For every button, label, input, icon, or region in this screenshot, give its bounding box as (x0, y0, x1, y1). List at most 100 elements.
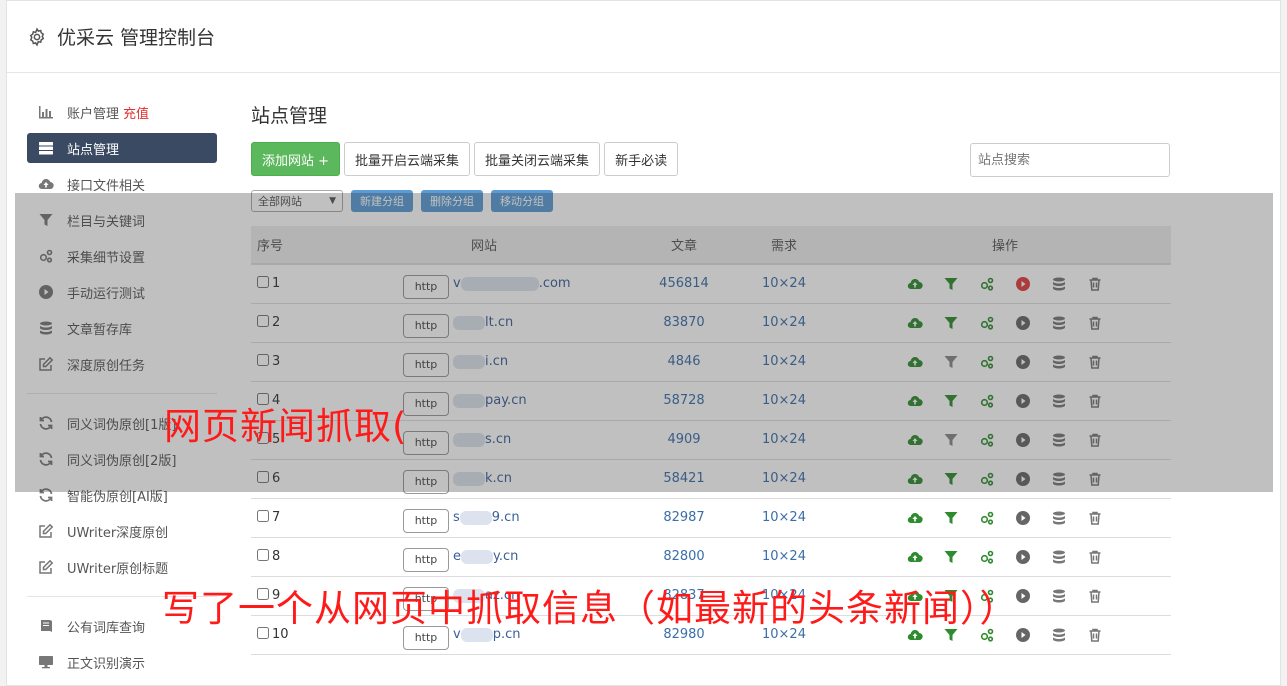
database-icon[interactable] (1051, 354, 1067, 370)
trash-icon[interactable] (1087, 393, 1103, 409)
batch-enable-button[interactable]: 批量开启云端采集 (344, 142, 471, 176)
row-checkbox[interactable] (257, 354, 269, 366)
sidebar-item[interactable]: 采集细节设置 (27, 241, 217, 271)
article-count[interactable]: 58728 (639, 381, 729, 420)
cloud-upload-icon[interactable] (907, 276, 923, 292)
database-icon[interactable] (1051, 510, 1067, 526)
demand-value[interactable]: 10×24 (729, 537, 839, 576)
sidebar-item[interactable]: 智能伪原创[AI版] (27, 480, 217, 510)
cloud-upload-icon[interactable] (907, 471, 923, 487)
filter-icon[interactable] (943, 471, 959, 487)
site-domain-link[interactable]: az.cn (453, 588, 519, 603)
group-select[interactable]: 全部网站 ▼ (251, 190, 343, 212)
sidebar-item[interactable]: 同义词伪原创[1版] (27, 408, 217, 438)
row-checkbox[interactable] (257, 471, 269, 483)
filter-icon[interactable] (943, 549, 959, 565)
article-count[interactable]: 83870 (639, 303, 729, 342)
demand-value[interactable]: 10×24 (729, 420, 839, 459)
database-icon[interactable] (1051, 549, 1067, 565)
database-icon[interactable] (1051, 588, 1067, 604)
database-icon[interactable] (1051, 276, 1067, 292)
sidebar-item[interactable]: 深度原创任务 (27, 349, 217, 379)
cloud-upload-icon[interactable] (907, 315, 923, 331)
database-icon[interactable] (1051, 627, 1067, 643)
delete-group-button[interactable]: 删除分组 (421, 190, 483, 212)
article-count[interactable]: 4909 (639, 420, 729, 459)
trash-icon[interactable] (1087, 354, 1103, 370)
batch-disable-button[interactable]: 批量关闭云端采集 (474, 142, 601, 176)
site-domain-link[interactable]: e y.cn (453, 549, 518, 564)
article-count[interactable]: 82837 (639, 576, 729, 615)
play-circle-icon[interactable] (1015, 627, 1031, 643)
row-checkbox[interactable] (257, 432, 269, 444)
trash-icon[interactable] (1087, 588, 1103, 604)
demand-value[interactable]: 10×24 (729, 264, 839, 303)
cogs-icon[interactable] (979, 627, 995, 643)
demand-value[interactable]: 10×24 (729, 615, 839, 654)
recharge-link[interactable]: 充值 (123, 103, 149, 122)
cloud-upload-icon[interactable] (907, 588, 923, 604)
sidebar-item[interactable]: 同义词伪原创[2版] (27, 444, 217, 474)
row-checkbox[interactable] (257, 627, 269, 639)
filter-icon[interactable] (943, 432, 959, 448)
trash-icon[interactable] (1087, 627, 1103, 643)
new-group-button[interactable]: 新建分组 (351, 190, 413, 212)
database-icon[interactable] (1051, 432, 1067, 448)
demand-value[interactable]: 10×24 (729, 342, 839, 381)
article-count[interactable]: 456814 (639, 264, 729, 303)
trash-icon[interactable] (1087, 432, 1103, 448)
filter-icon[interactable] (943, 354, 959, 370)
cogs-icon[interactable] (979, 588, 995, 604)
sidebar-item[interactable]: 手动运行测试 (27, 277, 217, 307)
sidebar-item[interactable]: 栏目与关键词 (27, 205, 217, 235)
site-domain-link[interactable]: pay.cn (453, 393, 527, 408)
article-count[interactable]: 82980 (639, 615, 729, 654)
site-domain-link[interactable]: k.cn (453, 471, 512, 486)
cogs-icon[interactable] (979, 354, 995, 370)
play-circle-icon[interactable] (1015, 510, 1031, 526)
filter-icon[interactable] (943, 510, 959, 526)
row-checkbox[interactable] (257, 315, 269, 327)
demand-value[interactable]: 10×24 (729, 381, 839, 420)
sidebar-item[interactable]: UWriter深度原创 (27, 516, 217, 546)
play-circle-icon[interactable] (1015, 471, 1031, 487)
play-circle-icon[interactable] (1015, 315, 1031, 331)
database-icon[interactable] (1051, 393, 1067, 409)
play-circle-icon[interactable] (1015, 276, 1031, 292)
article-count[interactable]: 82987 (639, 498, 729, 537)
row-checkbox[interactable] (257, 276, 269, 289)
cogs-icon[interactable] (979, 393, 995, 409)
trash-icon[interactable] (1087, 471, 1103, 487)
site-domain-link[interactable]: v .com (453, 276, 571, 291)
trash-icon[interactable] (1087, 549, 1103, 565)
cloud-upload-icon[interactable] (907, 510, 923, 526)
sidebar-item[interactable]: 文章暂存库 (27, 313, 217, 343)
cogs-icon[interactable] (979, 510, 995, 526)
row-checkbox[interactable] (257, 549, 269, 561)
row-checkbox[interactable] (257, 588, 269, 600)
row-checkbox[interactable] (257, 510, 269, 522)
cogs-icon[interactable] (979, 471, 995, 487)
site-domain-link[interactable]: s.cn (453, 432, 511, 447)
beginner-guide-button[interactable]: 新手必读 (604, 142, 679, 176)
sidebar-item[interactable]: 公有词库查询 (27, 611, 217, 641)
cloud-upload-icon[interactable] (907, 549, 923, 565)
cogs-icon[interactable] (979, 549, 995, 565)
article-count[interactable]: 82800 (639, 537, 729, 576)
play-circle-icon[interactable] (1015, 393, 1031, 409)
trash-icon[interactable] (1087, 276, 1103, 292)
filter-icon[interactable] (943, 276, 959, 292)
cloud-upload-icon[interactable] (907, 627, 923, 643)
sidebar-item[interactable]: 账户管理 充值 (27, 97, 217, 127)
filter-icon[interactable] (943, 627, 959, 643)
move-group-button[interactable]: 移动分组 (491, 190, 553, 212)
database-icon[interactable] (1051, 315, 1067, 331)
site-domain-link[interactable]: lt.cn (453, 315, 513, 330)
play-circle-icon[interactable] (1015, 549, 1031, 565)
trash-icon[interactable] (1087, 315, 1103, 331)
database-icon[interactable] (1051, 471, 1067, 487)
trash-icon[interactable] (1087, 510, 1103, 526)
article-count[interactable]: 4846 (639, 342, 729, 381)
add-site-button[interactable]: 添加网站 + (251, 142, 341, 176)
demand-value[interactable]: 10×24 (729, 459, 839, 498)
